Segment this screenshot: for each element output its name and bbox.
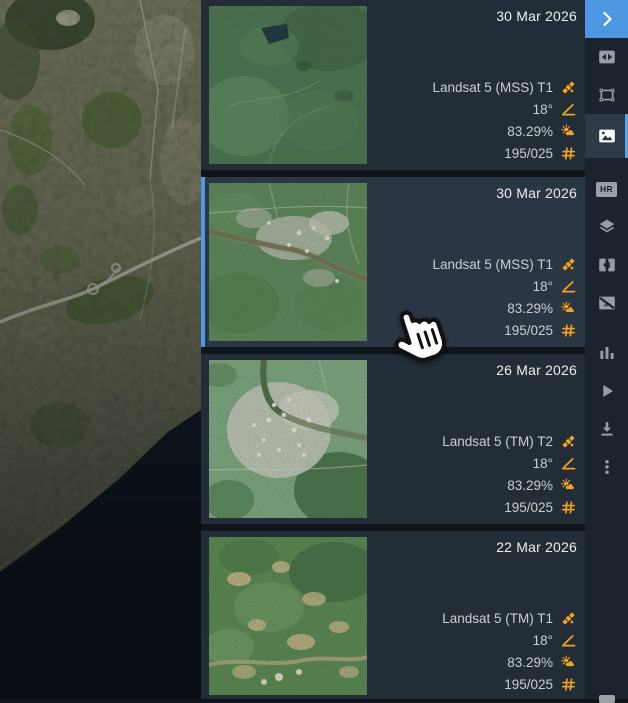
scene-meta-row: 83.29% — [432, 120, 577, 142]
cloud-cover-value: 83.29% — [507, 124, 553, 139]
satellite-icon — [560, 256, 577, 273]
cloud-cover-value: 83.29% — [507, 478, 553, 493]
scene-card[interactable]: 26 Mar 2026 Landsat 5 (TM) T2 18° 83.29%… — [201, 354, 585, 524]
satellite-icon — [560, 433, 577, 450]
path-row-value: 195/025 — [504, 500, 553, 515]
sun-elevation-value: 18° — [533, 279, 553, 294]
cloud-sun-icon — [560, 477, 577, 494]
cloud-sun-icon — [560, 300, 577, 317]
scene-thumbnail — [209, 360, 367, 518]
scene-date: 22 Mar 2026 — [496, 539, 577, 555]
sun-elevation-value: 18° — [533, 456, 553, 471]
high-resolution-icon: HR — [596, 182, 617, 197]
image-off-icon — [596, 292, 618, 314]
scene-meta-row: 195/025 — [432, 319, 577, 341]
image-gallery-button[interactable] — [585, 114, 628, 158]
scene-card[interactable]: 22 Mar 2026 Landsat 5 (TM) T1 18° 83.29%… — [201, 531, 585, 699]
scene-meta-row: 18° — [442, 452, 577, 474]
aerial-basemap — [0, 0, 201, 699]
satellite-name: Landsat 5 (MSS) T1 — [432, 257, 553, 272]
scene-meta-row: 195/025 — [442, 496, 577, 518]
scene-meta-row: 83.29% — [432, 297, 577, 319]
map-region[interactable] — [0, 0, 201, 699]
path-row-grid-icon — [560, 322, 577, 339]
satellite-icon — [560, 79, 577, 96]
more-options-button[interactable] — [585, 448, 628, 486]
scene-thumbnail — [209, 537, 367, 695]
path-row-grid-icon — [560, 145, 577, 162]
sun-elevation-icon — [560, 278, 577, 295]
compare-slider-button[interactable] — [585, 38, 628, 76]
cloud-cover-value: 83.29% — [507, 301, 553, 316]
satellite-name: Landsat 5 (MSS) T1 — [432, 80, 553, 95]
scene-date: 30 Mar 2026 — [496, 8, 577, 24]
scene-meta-row: 18° — [432, 98, 577, 120]
satellite-name: Landsat 5 (TM) T1 — [442, 611, 553, 626]
path-row-value: 195/025 — [504, 677, 553, 692]
cloud-sun-icon — [560, 123, 577, 140]
chevron-right-icon — [596, 8, 618, 30]
satellite-name: Landsat 5 (TM) T2 — [442, 434, 553, 449]
split-view-icon — [596, 254, 618, 276]
scene-date: 26 Mar 2026 — [496, 362, 577, 378]
sun-elevation-value: 18° — [533, 102, 553, 117]
area-select-icon — [596, 84, 618, 106]
cloud-cover-value: 83.29% — [507, 655, 553, 670]
path-row-value: 195/025 — [504, 146, 553, 161]
path-row-grid-icon — [560, 499, 577, 516]
scene-date: 30 Mar 2026 — [496, 185, 577, 201]
image-icon — [596, 125, 618, 147]
right-toolbar: HR — [585, 0, 628, 699]
download-button[interactable] — [585, 410, 628, 448]
scene-meta-row: 18° — [432, 275, 577, 297]
scene-card-selected[interactable]: 30 Mar 2026 Landsat 5 (MSS) T1 18° 83.29… — [201, 177, 585, 347]
analytics-chart-button[interactable] — [585, 334, 628, 372]
path-row-grid-icon — [560, 676, 577, 693]
layers-button[interactable] — [585, 208, 628, 246]
scene-meta-row: 83.29% — [442, 474, 577, 496]
scene-thumbnail — [209, 6, 367, 164]
expand-panel-button[interactable] — [585, 0, 628, 38]
scene-meta-row: 83.29% — [442, 651, 577, 673]
scene-card[interactable]: 30 Mar 2026 Landsat 5 (MSS) T1 18° 83.29… — [201, 0, 585, 170]
image-off-button[interactable] — [585, 284, 628, 322]
scene-list-panel: 30 Mar 2026 Landsat 5 (MSS) T1 18° 83.29… — [201, 0, 585, 699]
cut-off-toolbar-button[interactable] — [599, 695, 615, 703]
cloud-sun-icon — [560, 654, 577, 671]
layers-icon — [596, 216, 618, 238]
high-resolution-button[interactable]: HR — [585, 170, 628, 208]
scene-meta-row: 18° — [442, 629, 577, 651]
sun-elevation-icon — [560, 101, 577, 118]
sun-elevation-icon — [560, 632, 577, 649]
scene-meta-row: 195/025 — [432, 142, 577, 164]
area-select-button[interactable] — [585, 76, 628, 114]
sun-elevation-value: 18° — [533, 633, 553, 648]
download-icon — [596, 418, 618, 440]
path-row-value: 195/025 — [504, 323, 553, 338]
scene-thumbnail — [209, 183, 367, 341]
scene-meta-row: Landsat 5 (MSS) T1 — [432, 253, 577, 275]
scene-meta-row: Landsat 5 (TM) T1 — [442, 607, 577, 629]
bar-chart-icon — [596, 342, 618, 364]
sun-elevation-icon — [560, 455, 577, 472]
scene-meta-row: 195/025 — [442, 673, 577, 695]
split-view-button[interactable] — [585, 246, 628, 284]
play-timelapse-button[interactable] — [585, 372, 628, 410]
play-icon — [596, 380, 618, 402]
scene-meta-row: Landsat 5 (TM) T2 — [442, 430, 577, 452]
satellite-icon — [560, 610, 577, 627]
scene-meta-row: Landsat 5 (MSS) T1 — [432, 76, 577, 98]
compare-slider-icon — [596, 46, 618, 68]
more-vertical-icon — [596, 456, 618, 478]
